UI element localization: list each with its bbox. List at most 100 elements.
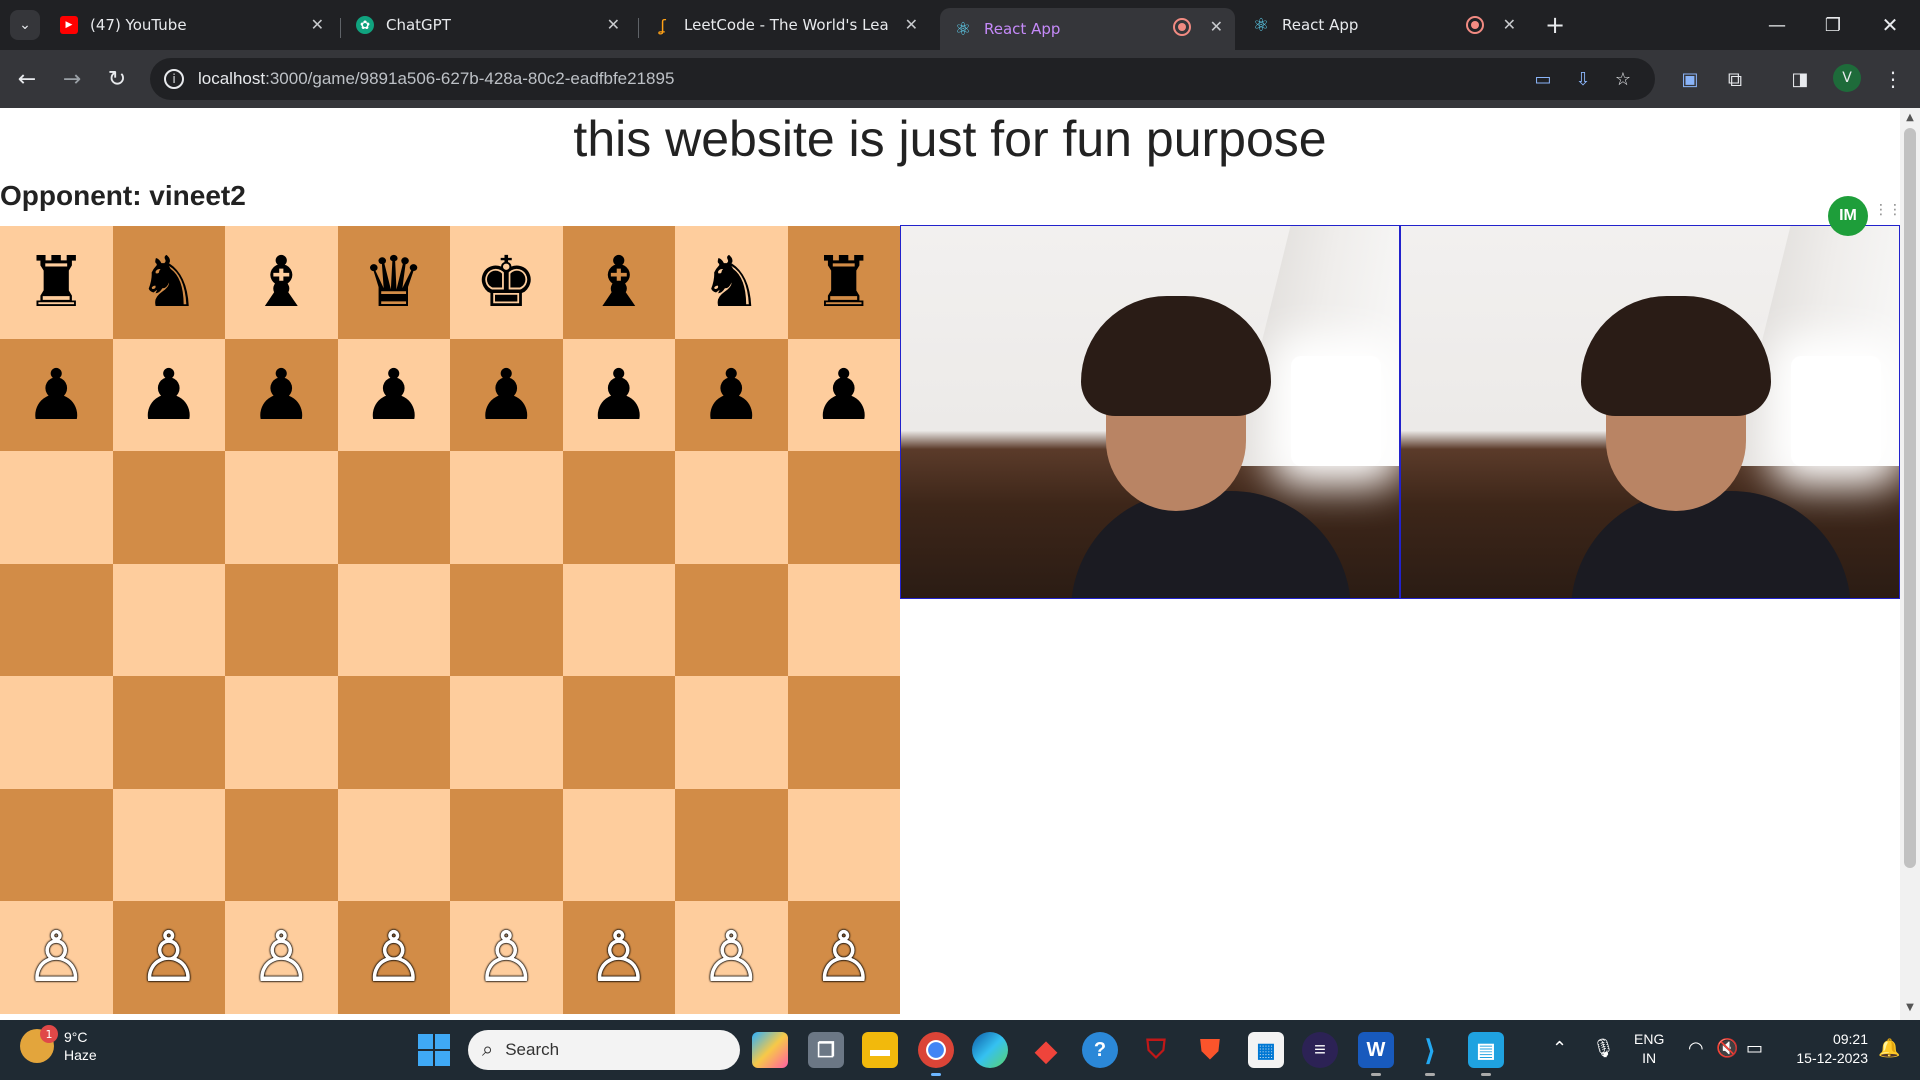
store-icon[interactable]: ▦	[1248, 1032, 1284, 1068]
notifications-bell-icon[interactable]: 🔔	[1878, 1038, 1900, 1059]
black-piece[interactable]: ♟	[362, 360, 425, 430]
board-square[interactable]	[562, 676, 675, 789]
back-button[interactable]: ←	[12, 64, 42, 94]
board-square[interactable]: ♜	[787, 226, 900, 339]
board-square[interactable]	[787, 788, 900, 901]
board-square[interactable]	[112, 563, 225, 676]
board-square[interactable]	[787, 676, 900, 789]
tab-close-icon[interactable]: ✕	[607, 15, 620, 34]
battery-icon[interactable]: ▭	[1746, 1038, 1763, 1059]
board-square[interactable]	[337, 676, 450, 789]
board-square[interactable]	[675, 451, 788, 564]
board-square[interactable]	[450, 676, 563, 789]
copilot-icon[interactable]	[752, 1032, 788, 1068]
black-piece[interactable]: ♜	[812, 247, 875, 317]
drag-handle-icon[interactable]: ⋮⋮	[1874, 202, 1900, 218]
page-scrollbar[interactable]: ▲ ▼	[1900, 108, 1920, 1020]
wifi-icon[interactable]: ◠	[1688, 1038, 1704, 1059]
extension-icon[interactable]: ▣	[1675, 64, 1705, 94]
black-piece[interactable]: ♟	[25, 360, 88, 430]
board-square[interactable]: ♚	[450, 226, 563, 339]
task-view-icon[interactable]: ❐	[808, 1032, 844, 1068]
white-piece[interactable]: ♙	[250, 922, 313, 992]
tab-close-icon[interactable]: ✕	[1210, 17, 1223, 36]
tab-close-icon[interactable]: ✕	[905, 15, 918, 34]
restore-window-button[interactable]: ❐	[1818, 10, 1848, 40]
board-square[interactable]	[787, 451, 900, 564]
board-square[interactable]: ♛	[337, 226, 450, 339]
white-piece[interactable]: ♙	[700, 922, 763, 992]
black-piece[interactable]: ♚	[475, 247, 538, 317]
camera-in-use-icon[interactable]: ▭	[1530, 66, 1556, 92]
board-square[interactable]: ♟	[450, 338, 563, 451]
weather-widget[interactable]: 1 9°C Haze	[20, 1025, 97, 1064]
board-square[interactable]	[675, 676, 788, 789]
black-piece[interactable]: ♟	[475, 360, 538, 430]
black-piece[interactable]: ♟	[700, 360, 763, 430]
new-tab-button[interactable]: +	[1540, 10, 1570, 40]
black-piece[interactable]: ♞	[700, 247, 763, 317]
black-piece[interactable]: ♟	[812, 360, 875, 430]
extension-badge[interactable]: IM	[1828, 196, 1868, 236]
notepad-icon[interactable]: ▤	[1468, 1032, 1504, 1076]
board-square[interactable]: ♙	[0, 901, 113, 1014]
site-info-icon[interactable]: i	[164, 69, 184, 89]
tab-search-button[interactable]: ⌄	[10, 10, 40, 40]
board-square[interactable]: ♟	[787, 338, 900, 451]
black-piece[interactable]: ♜	[25, 247, 88, 317]
board-square[interactable]	[225, 563, 338, 676]
board-square[interactable]	[225, 676, 338, 789]
board-square[interactable]: ♟	[675, 338, 788, 451]
board-square[interactable]: ♟	[112, 338, 225, 451]
board-square[interactable]	[562, 788, 675, 901]
tab-close-icon[interactable]: ✕	[1503, 15, 1516, 34]
board-square[interactable]: ♟	[0, 338, 113, 451]
board-square[interactable]	[0, 788, 113, 901]
chess-board[interactable]: ♜ ♞ ♝ ♛ ♚ ♝ ♞ ♜ ♟ ♟ ♟ ♟ ♟ ♟ ♟ ♟ ♙ ♙ ♙ ♙ ♙ ♙ ♙ ♙	[0, 226, 900, 1020]
black-piece[interactable]: ♝	[250, 247, 313, 317]
board-square[interactable]	[675, 563, 788, 676]
word-icon[interactable]: W	[1358, 1032, 1394, 1076]
board-square[interactable]: ♙	[112, 901, 225, 1014]
black-piece[interactable]: ♟	[137, 360, 200, 430]
board-square[interactable]: ♙	[337, 901, 450, 1014]
board-square[interactable]	[0, 563, 113, 676]
microphone-icon[interactable]: 🎙	[1592, 1038, 1615, 1059]
tab-leetcode[interactable]: ʆ LeetCode - The World's Leading ✕	[640, 6, 930, 44]
input-language[interactable]: ENG IN	[1634, 1030, 1664, 1068]
tab-react-app-active[interactable]: ⚛ React App ✕	[940, 8, 1235, 50]
board-square[interactable]	[450, 451, 563, 564]
board-square[interactable]: ♙	[675, 901, 788, 1014]
board-square[interactable]	[337, 451, 450, 564]
black-piece[interactable]: ♟	[250, 360, 313, 430]
board-square[interactable]: ♜	[0, 226, 113, 339]
forward-button[interactable]: →	[57, 64, 87, 94]
anydesk-icon[interactable]: ◆	[1028, 1032, 1064, 1068]
reload-button[interactable]: ↻	[102, 64, 132, 94]
board-square[interactable]: ♙	[450, 901, 563, 1014]
board-square[interactable]: ♝	[225, 226, 338, 339]
board-square[interactable]	[225, 451, 338, 564]
black-piece[interactable]: ♝	[587, 247, 650, 317]
board-square[interactable]: ♙	[787, 901, 900, 1014]
board-square[interactable]	[562, 451, 675, 564]
tab-chatgpt[interactable]: ✿ ChatGPT ✕	[342, 6, 632, 44]
profile-avatar[interactable]: V	[1833, 64, 1861, 92]
board-square[interactable]: ♞	[675, 226, 788, 339]
eclipse-icon[interactable]: ≡	[1302, 1032, 1338, 1068]
system-clock[interactable]: 09:21 15-12-2023	[1784, 1030, 1868, 1068]
board-square[interactable]	[225, 788, 338, 901]
tab-close-icon[interactable]: ✕	[311, 15, 324, 34]
scroll-up-arrow-icon[interactable]: ▲	[1904, 112, 1916, 123]
board-square[interactable]	[450, 563, 563, 676]
black-piece[interactable]: ♞	[137, 247, 200, 317]
bookmark-star-icon[interactable]: ☆	[1610, 66, 1636, 92]
menu-kebab-icon[interactable]: ⋮	[1878, 64, 1908, 94]
board-square[interactable]	[0, 676, 113, 789]
board-square[interactable]	[787, 563, 900, 676]
show-hidden-icons-icon[interactable]: ⌃	[1552, 1038, 1567, 1059]
board-square[interactable]	[450, 788, 563, 901]
black-piece[interactable]: ♛	[362, 247, 425, 317]
volume-muted-icon[interactable]: 🔇	[1716, 1038, 1738, 1059]
board-square[interactable]	[112, 676, 225, 789]
